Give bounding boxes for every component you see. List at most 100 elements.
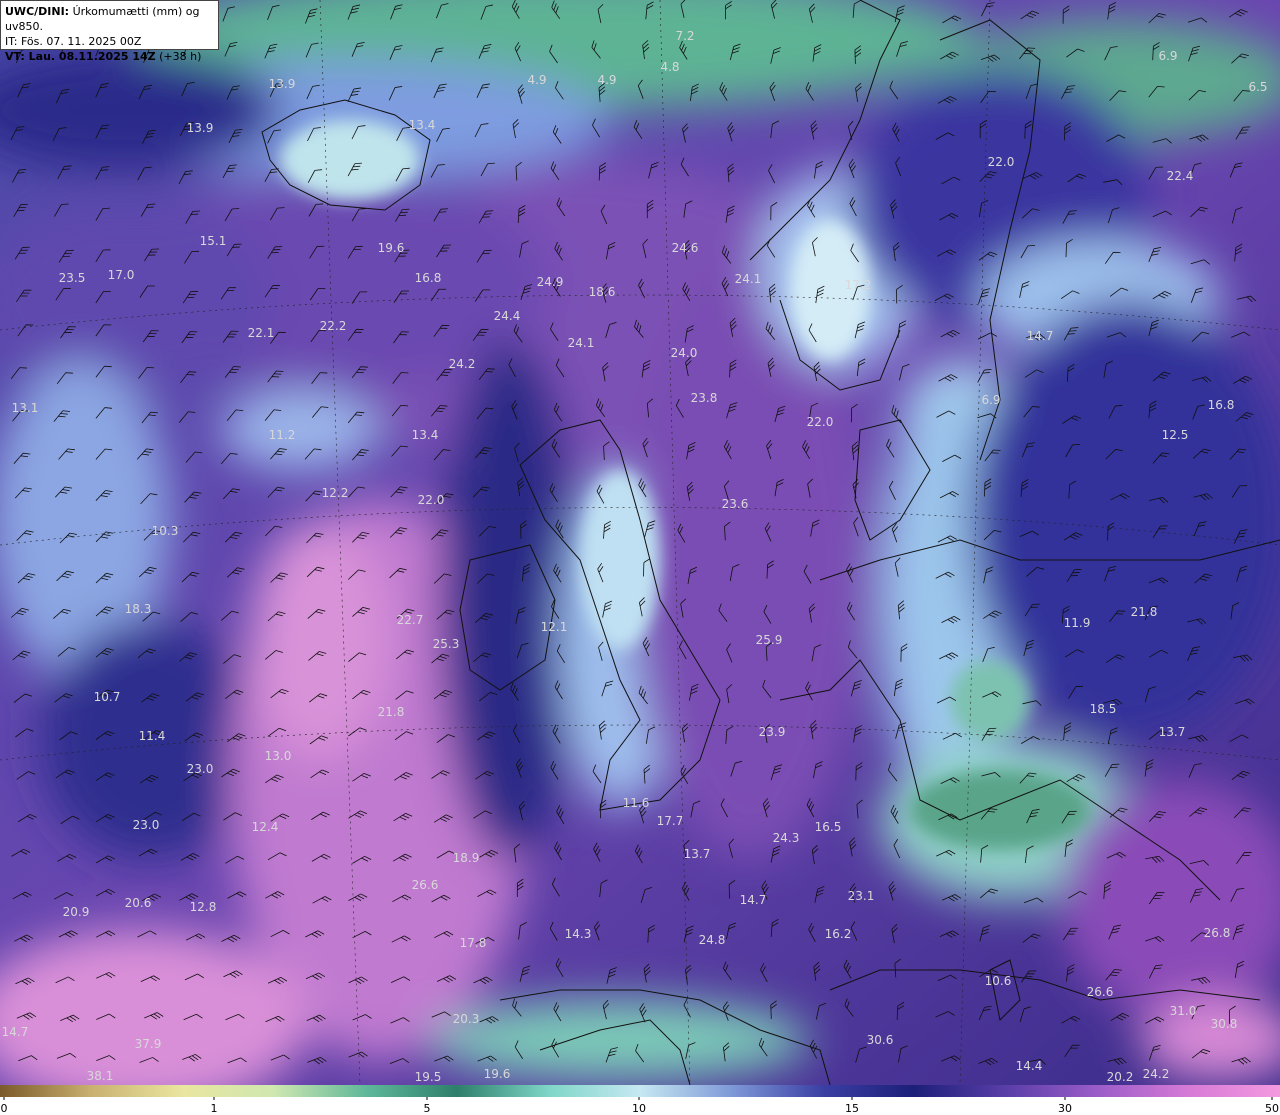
valid-time-line: VT: Lau. 08.11.2025 14Z (+38 h) xyxy=(5,49,214,64)
map-value-label: 17.8 xyxy=(460,936,487,950)
map-value-label: 12.2 xyxy=(322,486,349,500)
map-value-label: 26.6 xyxy=(1087,985,1114,999)
colorbar-canvas: 0 1 5 10 15 30 50 xyxy=(0,1085,1280,1115)
map-value-label: 17.7 xyxy=(657,814,684,828)
colorbar-tick-label: 15 xyxy=(845,1102,859,1115)
map-value-label: 24.8 xyxy=(699,933,726,947)
lead-time: (+38 h) xyxy=(159,50,202,63)
map-value-label: 11.2 xyxy=(269,428,296,442)
map-value-label: 24.2 xyxy=(449,357,476,371)
map-value-label: 20.2 xyxy=(1107,1070,1134,1084)
title-line: UWC/DINI: Úrkomumætti (mm) og uv850. xyxy=(5,4,214,34)
map-value-label: 13.0 xyxy=(265,749,292,763)
map-value-label: 24.1 xyxy=(568,336,595,350)
map-value-label: 15.1 xyxy=(200,234,227,248)
map-value-label: 30.8 xyxy=(1211,1017,1238,1031)
map-value-label: 23.8 xyxy=(691,391,718,405)
map-value-label: 24.9 xyxy=(537,275,564,289)
map-value-label: 4.9 xyxy=(527,73,546,87)
map-value-label: 24.0 xyxy=(671,346,698,360)
map-value-label: 16.5 xyxy=(815,820,842,834)
map-value-label: 20.3 xyxy=(453,1012,480,1026)
colorbar-ticks: 0 1 5 10 15 30 50 xyxy=(1,1097,1279,1115)
map-value-label: 11.9 xyxy=(1064,616,1091,630)
map-value-label: 22.0 xyxy=(988,155,1015,169)
valid-time: VT: Lau. 08.11.2025 14Z xyxy=(5,50,156,63)
map-value-label: 6.5 xyxy=(1248,80,1267,94)
colorbar-gradient xyxy=(0,1085,1280,1097)
map-value-label: 17.2 xyxy=(845,278,872,292)
map-value-label: 22.1 xyxy=(248,326,275,340)
map-value-label: 13.7 xyxy=(1159,725,1186,739)
map-value-label: 14.7 xyxy=(1027,329,1054,343)
map-value-label: 25.3 xyxy=(433,637,460,651)
map-value-label: 13.4 xyxy=(409,118,436,132)
map-value-label: 10.3 xyxy=(152,524,179,538)
map-value-label: 22.0 xyxy=(807,415,834,429)
map-value-label: 4.9 xyxy=(597,73,616,87)
map-value-label: 7.2 xyxy=(675,29,694,43)
map-value-label: 22.7 xyxy=(397,613,424,627)
map-value-label: 14.3 xyxy=(565,927,592,941)
map-value-label: 16.8 xyxy=(415,271,442,285)
map-value-label: 26.8 xyxy=(1204,926,1231,940)
map-value-label: 24.6 xyxy=(672,241,699,255)
map-value-label: 24.4 xyxy=(494,309,521,323)
map-value-label: 16.8 xyxy=(1208,398,1235,412)
model-name: UWC/DINI: xyxy=(5,5,70,18)
map-value-label: 4.8 xyxy=(660,60,679,74)
map-value-label: 20.6 xyxy=(125,896,152,910)
map-value-label: 13.9 xyxy=(187,121,214,135)
map-value-label: 22.0 xyxy=(418,493,445,507)
map-value-label: 21.8 xyxy=(378,705,405,719)
map-value-label: 13.9 xyxy=(269,77,296,91)
map-value-label: 14.7 xyxy=(2,1025,29,1039)
map-value-label: 18.6 xyxy=(589,285,616,299)
colorbar-tick-label: 50 xyxy=(1265,1102,1279,1115)
map-value-label: 18.5 xyxy=(1090,702,1117,716)
map-value-label: 22.2 xyxy=(320,319,347,333)
map-value-label: 21.8 xyxy=(1131,605,1158,619)
map-value-label: 38.1 xyxy=(87,1069,114,1083)
map-value-label: 13.4 xyxy=(412,428,439,442)
colorbar: 0 1 5 10 15 30 50 xyxy=(0,1085,1280,1115)
colorbar-tick-label: 5 xyxy=(424,1102,431,1115)
map-value-label: 6.9 xyxy=(981,393,1000,407)
colorbar-tick-label: 30 xyxy=(1058,1102,1072,1115)
map-value-label: 17.0 xyxy=(108,268,135,282)
map-value-label: 24.2 xyxy=(1143,1067,1170,1081)
map-value-label: 13.1 xyxy=(12,401,39,415)
map-value-label: 11.4 xyxy=(139,729,166,743)
map-value-label: 18.9 xyxy=(453,851,480,865)
map-value-label: 30.6 xyxy=(867,1033,894,1047)
map-value-label: 14.7 xyxy=(740,893,767,907)
map-value-label: 31.0 xyxy=(1170,1004,1197,1018)
map-value-label: 23.0 xyxy=(133,818,160,832)
map-value-label: 26.6 xyxy=(412,878,439,892)
map-value-label: 12.4 xyxy=(252,820,279,834)
init-time: IT: Fös. 07. 11. 2025 00Z xyxy=(5,35,142,48)
map-canvas: 13.9 13.9 13.4 4.9 4.9 4.8 7.2 6.9 6.5 22.0 22.4 15… xyxy=(0,0,1280,1085)
map-value-label: 19.6 xyxy=(484,1067,511,1081)
map-value-label: 12.5 xyxy=(1162,428,1189,442)
map-value-label: 19.6 xyxy=(378,241,405,255)
map-value-label: 12.1 xyxy=(541,620,568,634)
map-value-label: 6.9 xyxy=(1158,49,1177,63)
map-value-label: 37.9 xyxy=(135,1037,162,1051)
map-value-label: 23.1 xyxy=(848,889,875,903)
map-value-label: 14.4 xyxy=(1016,1059,1043,1073)
map-value-label: 22.4 xyxy=(1167,169,1194,183)
map-value-label: 25.9 xyxy=(756,633,783,647)
map-value-label: 12.8 xyxy=(190,900,217,914)
map-value-label: 23.0 xyxy=(187,762,214,776)
colorbar-tick-label: 10 xyxy=(632,1102,646,1115)
precipitable-water-map: 13.9 13.9 13.4 4.9 4.9 4.8 7.2 6.9 6.5 22.0 22.4 15… xyxy=(0,0,1280,1085)
colorbar-tick-label: 1 xyxy=(211,1102,218,1115)
map-value-label: 20.9 xyxy=(63,905,90,919)
map-info-box: UWC/DINI: Úrkomumætti (mm) og uv850. IT:… xyxy=(0,0,219,63)
map-value-label: 23.9 xyxy=(759,725,786,739)
map-value-label: 10.6 xyxy=(985,974,1012,988)
map-value-label: 11.6 xyxy=(623,796,650,810)
map-value-label: 13.7 xyxy=(684,847,711,861)
map-value-label: 23.5 xyxy=(59,271,86,285)
